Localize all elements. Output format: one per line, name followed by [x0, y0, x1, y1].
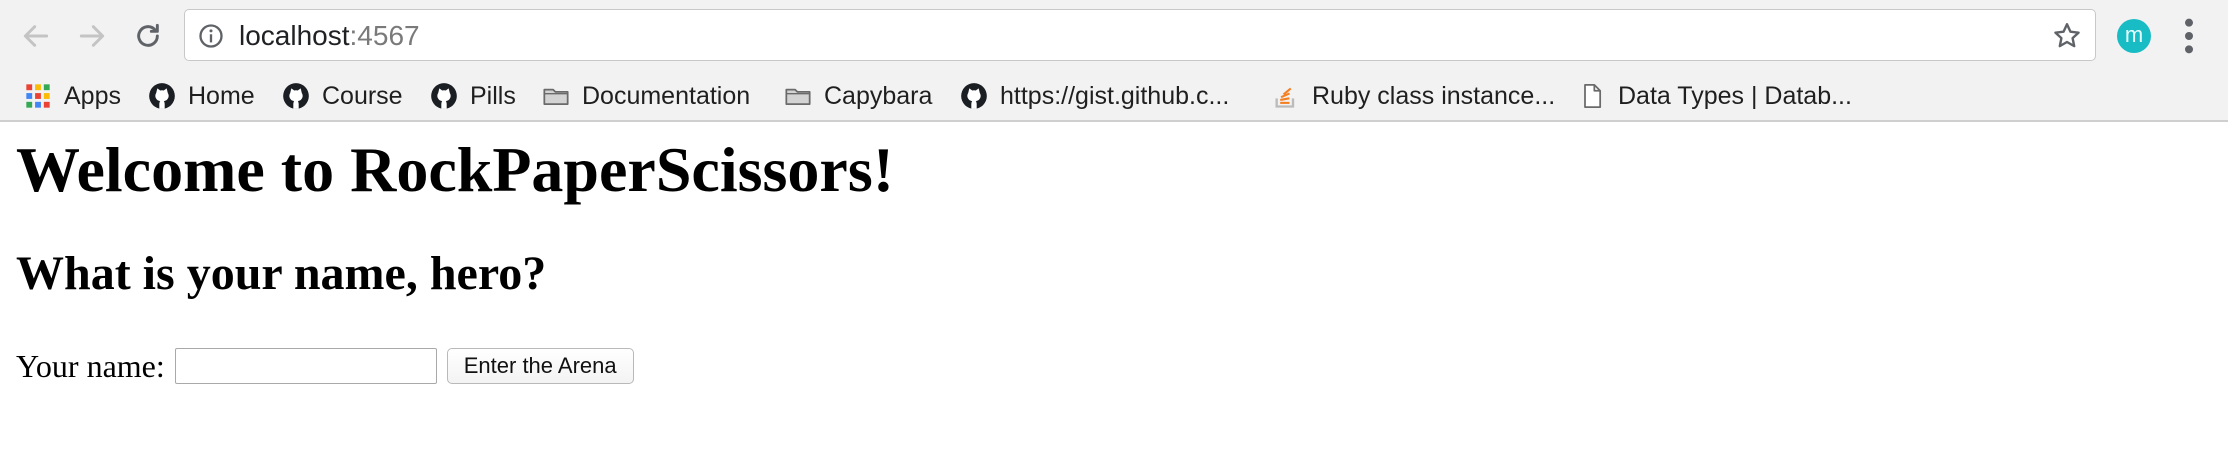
- name-label: Your name:: [16, 347, 165, 384]
- bookmark-label: Ruby class instance...: [1312, 81, 1556, 110]
- back-arrow-icon: [23, 25, 49, 47]
- apps-grid-icon: [26, 84, 50, 108]
- page-title: Welcome to RockPaperScissors!: [16, 134, 895, 205]
- bookmark-label: Pills: [470, 81, 516, 110]
- document-icon: [1584, 84, 1602, 108]
- github-icon: [283, 83, 309, 109]
- bookmark-label: Home: [188, 81, 255, 110]
- bookmark-star-icon[interactable]: [2051, 20, 2083, 52]
- bookmark-ruby-class-instance[interactable]: Ruby class instance...: [1272, 74, 1555, 118]
- url-port: :4567: [349, 20, 420, 51]
- bookmark-data-types[interactable]: Data Types | Datab...: [1578, 74, 1852, 118]
- github-icon: [431, 83, 457, 109]
- url-host: localhost: [239, 20, 350, 51]
- bookmark-home[interactable]: Home: [148, 74, 255, 118]
- bookmark-label: Apps: [64, 81, 121, 110]
- forward-button[interactable]: [70, 14, 114, 58]
- bookmark-course[interactable]: Course: [282, 74, 403, 118]
- browser-toolbar: localhost:4567 m: [0, 0, 2228, 74]
- forward-arrow-icon: [79, 25, 105, 47]
- folder-icon: [543, 88, 569, 106]
- name-input[interactable]: [174, 348, 437, 384]
- bookmark-apps[interactable]: Apps: [24, 74, 121, 118]
- bookmark-documentation[interactable]: Documentation: [542, 74, 750, 118]
- bookmark-label: Documentation: [582, 81, 751, 110]
- enter-arena-button[interactable]: Enter the Arena: [446, 348, 634, 384]
- back-button[interactable]: [14, 14, 58, 58]
- stackoverflow-icon: [1275, 87, 1295, 108]
- bookmark-gist[interactable]: https://gist.github.c...: [960, 74, 1229, 118]
- bookmark-label: Data Types | Datab...: [1618, 81, 1852, 110]
- bookmark-label: Course: [322, 81, 403, 110]
- github-icon: [961, 83, 987, 109]
- github-icon: [149, 83, 175, 109]
- browser-chrome: localhost:4567 m Apps Home Course Pills: [0, 0, 2228, 122]
- bookmarks-bar: Apps Home Course Pills Documentation Cap…: [0, 74, 2228, 118]
- bookmark-capybara[interactable]: Capybara: [784, 74, 932, 118]
- bookmark-pills[interactable]: Pills: [430, 74, 516, 118]
- info-icon[interactable]: [197, 22, 225, 50]
- page-content: Welcome to RockPaperScissors! What is yo…: [0, 122, 2228, 476]
- page-subtitle: What is your name, hero?: [16, 247, 547, 300]
- address-bar[interactable]: localhost:4567: [184, 9, 2096, 61]
- url-text[interactable]: localhost:4567: [239, 19, 420, 53]
- profile-avatar[interactable]: m: [2117, 19, 2151, 53]
- reload-icon: [137, 23, 159, 47]
- folder-icon: [785, 88, 811, 106]
- bookmark-label: Capybara: [824, 81, 933, 110]
- name-form: Your name: Enter the Arena: [16, 346, 634, 386]
- kebab-menu-icon[interactable]: [2177, 16, 2201, 56]
- bookmark-label: https://gist.github.c...: [1000, 81, 1230, 110]
- reload-button[interactable]: [126, 14, 170, 58]
